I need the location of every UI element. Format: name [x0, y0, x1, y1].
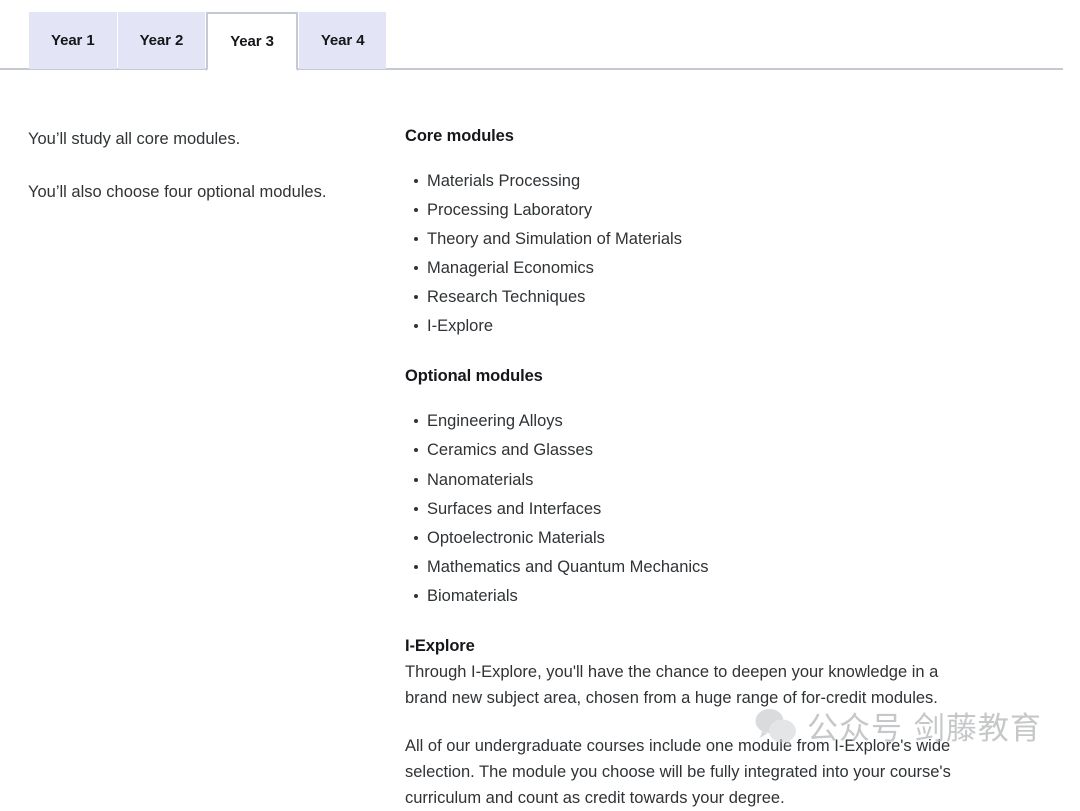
- tab-year-2[interactable]: Year 2: [117, 12, 206, 69]
- list-item: Engineering Alloys: [405, 408, 985, 434]
- tab-year-1[interactable]: Year 1: [29, 12, 117, 69]
- list-item: Biomaterials: [405, 583, 985, 609]
- tab-year-3[interactable]: Year 3: [206, 12, 298, 71]
- list-item: Materials Processing: [405, 168, 985, 194]
- summary-paragraph-1: You’ll study all core modules.: [28, 130, 241, 148]
- iexplore-paragraph-1: Through I-Explore, you'll have the chanc…: [405, 662, 939, 707]
- iexplore-heading: I-Explore: [405, 636, 475, 655]
- list-item: Research Techniques: [405, 284, 985, 310]
- list-item: Mathematics and Quantum Mechanics: [405, 554, 985, 580]
- tab-year-4[interactable]: Year 4: [298, 12, 387, 69]
- list-item: Managerial Economics: [405, 255, 985, 281]
- year-tab-bar: Year 1 Year 2 Year 3 Year 4: [0, 0, 1080, 72]
- summary-paragraph-2: You’ll also choose four optional modules…: [28, 182, 327, 201]
- tab-year-1-label: Year 1: [51, 32, 95, 49]
- tab-year-4-label: Year 4: [320, 32, 365, 49]
- iexplore-paragraph-2: All of our undergraduate courses include…: [405, 736, 951, 808]
- summary-column: You’ll study all core modules. You’ll al…: [28, 127, 368, 205]
- list-item: Ceramics and Glasses: [405, 437, 985, 463]
- list-item: Processing Laboratory: [405, 197, 985, 223]
- optional-modules-list: Engineering Alloys Ceramics and Glasses …: [405, 408, 985, 608]
- list-item: Optoelectronic Materials: [405, 525, 985, 551]
- core-modules-heading: Core modules: [405, 127, 514, 145]
- list-item: Nanomaterials: [405, 467, 985, 493]
- list-item: Surfaces and Interfaces: [405, 496, 985, 522]
- core-modules-list: Materials Processing Processing Laborato…: [405, 168, 985, 339]
- optional-modules-heading: Optional modules: [405, 367, 543, 386]
- tab-list: Year 1 Year 2 Year 3 Year 4: [29, 12, 387, 71]
- list-item: I-Explore: [405, 313, 985, 339]
- tab-year-2-label: Year 2: [139, 32, 184, 49]
- tab-year-3-label: Year 3: [230, 33, 274, 50]
- list-item: Theory and Simulation of Materials: [405, 226, 985, 252]
- modules-column: Core modules Materials Processing Proces…: [405, 127, 985, 811]
